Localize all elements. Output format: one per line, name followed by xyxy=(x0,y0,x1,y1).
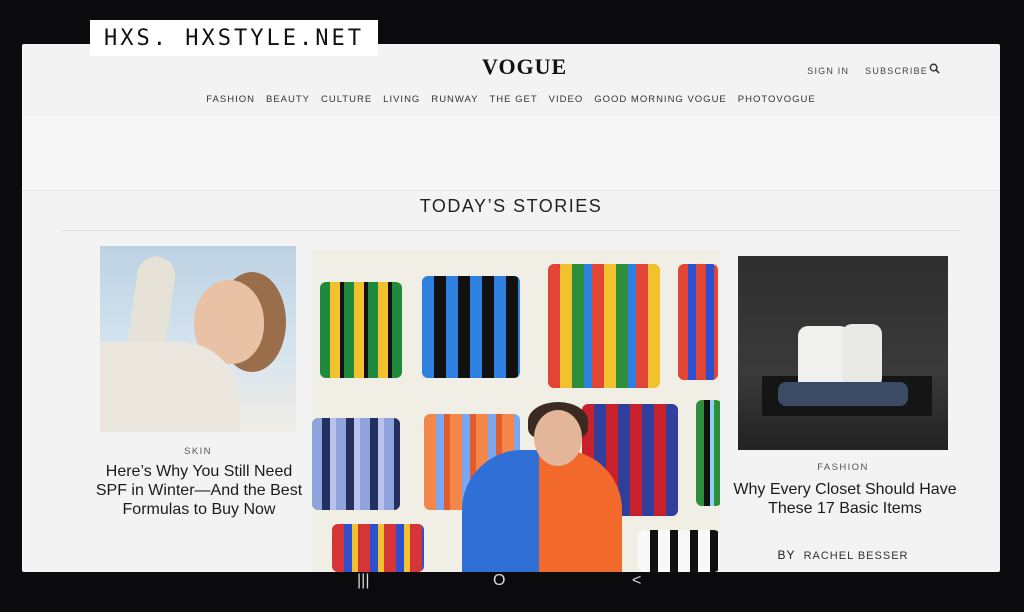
image-person-2 xyxy=(842,324,882,388)
weave-panel-8 xyxy=(696,400,720,506)
weave-panel-1 xyxy=(320,282,402,378)
nav-item-good-morning-vogue[interactable]: GOOD MORNING VOGUE xyxy=(594,94,727,116)
nav-item-photovogue[interactable]: PHOTOVOGUE xyxy=(738,94,816,116)
byline-by-label: BY xyxy=(777,548,796,562)
subscribe-link[interactable]: SUBSCRIBE xyxy=(865,66,928,76)
story-kicker-fashion[interactable]: FASHION xyxy=(738,462,948,473)
story-headline-skin[interactable]: Here’s Why You Still Need SPF in Winter—… xyxy=(88,462,310,519)
story-kicker-skin[interactable]: SKIN xyxy=(100,446,296,457)
sign-in-link[interactable]: SIGN IN xyxy=(807,66,849,76)
person-jumpsuit xyxy=(462,450,622,572)
image-legs xyxy=(778,382,908,406)
nav-item-living[interactable]: LIVING xyxy=(383,94,420,116)
main-nav: FASHION BEAUTY CULTURE LIVING RUNWAY THE… xyxy=(22,94,1000,116)
image-sweater xyxy=(100,342,240,432)
browser-screen: VOGUE SIGN IN SUBSCRIBE FASHION BEAUTY C… xyxy=(22,44,1000,572)
weave-panel-10 xyxy=(638,530,720,572)
header-links: SIGN IN SUBSCRIBE xyxy=(807,66,928,76)
watermark: HXS. HXSTYLE.NET xyxy=(90,20,378,56)
section-title: TODAY’S STORIES xyxy=(419,196,603,216)
weave-panel-3 xyxy=(548,264,660,388)
recent-apps-icon[interactable]: ||| xyxy=(357,572,369,590)
vogue-logo[interactable]: VOGUE xyxy=(482,54,567,80)
story-image-fashion[interactable] xyxy=(738,256,948,450)
search-icon[interactable] xyxy=(929,63,940,74)
nav-spacer xyxy=(22,116,1000,191)
person-head xyxy=(534,410,582,466)
back-icon[interactable]: < xyxy=(632,572,641,590)
byline-author[interactable]: RACHEL BESSER xyxy=(804,550,909,562)
weave-panel-5 xyxy=(312,418,400,510)
nav-item-video[interactable]: VIDEO xyxy=(549,94,584,116)
nav-item-the-get[interactable]: THE GET xyxy=(490,94,538,116)
weave-panel-4 xyxy=(678,264,718,380)
nav-item-fashion[interactable]: FASHION xyxy=(206,94,255,116)
weave-panel-9 xyxy=(332,524,424,572)
nav-item-culture[interactable]: CULTURE xyxy=(321,94,372,116)
nav-item-beauty[interactable]: BEAUTY xyxy=(266,94,310,116)
story-image-skin[interactable] xyxy=(100,246,296,432)
nav-item-runway[interactable]: RUNWAY xyxy=(431,94,478,116)
home-icon[interactable]: O xyxy=(493,572,505,590)
weave-panel-2 xyxy=(422,276,520,378)
story-image-weaving[interactable] xyxy=(312,250,720,572)
story-byline: BY RACHEL BESSER xyxy=(738,548,948,562)
android-navigation-bar: ||| O < xyxy=(0,572,1024,612)
story-headline-fashion[interactable]: Why Every Closet Should Have These 17 Ba… xyxy=(722,480,968,518)
section-divider xyxy=(62,230,960,231)
